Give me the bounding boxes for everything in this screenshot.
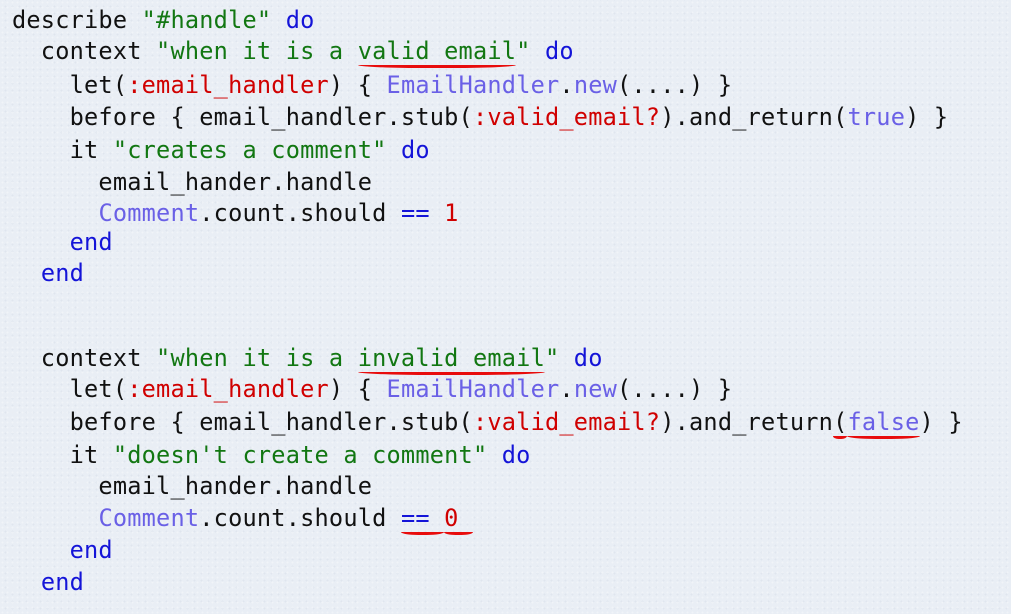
string-token: "#handle" [141, 6, 272, 34]
code-text: ) { [328, 375, 387, 403]
keyword-token: do [400, 136, 430, 164]
constant-token: new [573, 71, 618, 99]
string-token: " [544, 344, 560, 372]
code-text: before { email_handler.stub( [12, 103, 473, 131]
code-slide: describe "#handle" do context "when it i… [0, 0, 1011, 614]
code-text: it [12, 136, 113, 164]
code-text: email_hander.handle [12, 472, 373, 500]
code-text: ) } [919, 408, 963, 436]
keyword-token: do [544, 37, 574, 65]
keyword-token: do [573, 344, 603, 372]
constant-token: Comment [98, 199, 200, 227]
string-token: "when it is a [156, 344, 358, 372]
underlined-string-token: invalid email [357, 344, 545, 375]
underlined-constant-token: false [847, 408, 920, 439]
constant-token: Comment [98, 504, 200, 532]
code-text: (....) } [617, 71, 733, 99]
code-text: email_hander.handle [12, 168, 373, 196]
code-line: end [12, 227, 113, 257]
code-line: let(:email_handler) { EmailHandler.new(.… [12, 70, 732, 100]
keyword-token: do [501, 441, 531, 469]
code-line: end [12, 258, 84, 288]
code-text: .count.should [199, 199, 401, 227]
code-line: before { email_handler.stub(:valid_email… [12, 102, 949, 132]
string-token: "creates a comment" [112, 136, 387, 164]
code-line: end [12, 567, 84, 597]
constant-token: EmailHandler [386, 71, 560, 99]
code-text: describe [12, 6, 142, 34]
constant-token: true [847, 103, 906, 131]
symbol-token: :valid_email? [472, 408, 661, 436]
constant-token: EmailHandler [386, 375, 560, 403]
code-text: ).and_return( [660, 103, 848, 131]
code-line: Comment.count.should == 1 [12, 198, 459, 228]
code-line: email_hander.handle [12, 471, 372, 501]
code-line: before { email_handler.stub(:valid_email… [12, 407, 963, 439]
code-text: context [12, 37, 157, 65]
keyword-token: end [40, 259, 85, 287]
code-text: before { email_handler.stub( [12, 408, 473, 436]
code-text: let( [12, 71, 128, 99]
underlined-string-token: valid email [357, 37, 517, 68]
code-line: end [12, 535, 113, 565]
code-text: ) } [905, 103, 949, 131]
code-line: it "doesn't create a comment" do [12, 440, 531, 470]
code-text: (....) } [617, 375, 733, 403]
symbol-token: :valid_email? [472, 103, 661, 131]
code-line: it "creates a comment" do [12, 135, 430, 165]
keyword-token: end [69, 228, 113, 256]
underlined-operator-token: == [400, 504, 445, 535]
code-text: . [559, 375, 574, 403]
code-text: let( [12, 375, 128, 403]
code-text: ).and_return [660, 408, 834, 436]
code-text: . [559, 71, 574, 99]
constant-token: new [573, 375, 618, 403]
code-line: let(:email_handler) { EmailHandler.new(.… [12, 374, 732, 404]
code-line: Comment.count.should == 0 [12, 503, 473, 535]
code-line: email_hander.handle [12, 167, 372, 197]
code-text: context [12, 344, 157, 372]
symbol-token: :email_handler [127, 375, 329, 403]
number-token: 1 [444, 199, 459, 227]
code-text: .count.should [199, 504, 401, 532]
string-token: "doesn't create a comment" [112, 441, 488, 469]
keyword-token: end [69, 536, 113, 564]
code-line: describe "#handle" do [12, 5, 315, 35]
code-line: context "when it is a invalid email" do [12, 343, 603, 375]
string-token: "when it is a [156, 37, 358, 65]
symbol-token: :email_handler [127, 71, 329, 99]
string-token: " [516, 37, 531, 65]
keyword-token: end [40, 568, 85, 596]
keyword-token: do [285, 6, 315, 34]
code-text: it [12, 441, 113, 469]
code-text: ) { [328, 71, 387, 99]
underlined-number-token: 0 [444, 504, 473, 535]
code-line: context "when it is a valid email" do [12, 36, 574, 68]
underlined-code-text: ( [833, 408, 848, 439]
operator-token: == [400, 199, 430, 227]
